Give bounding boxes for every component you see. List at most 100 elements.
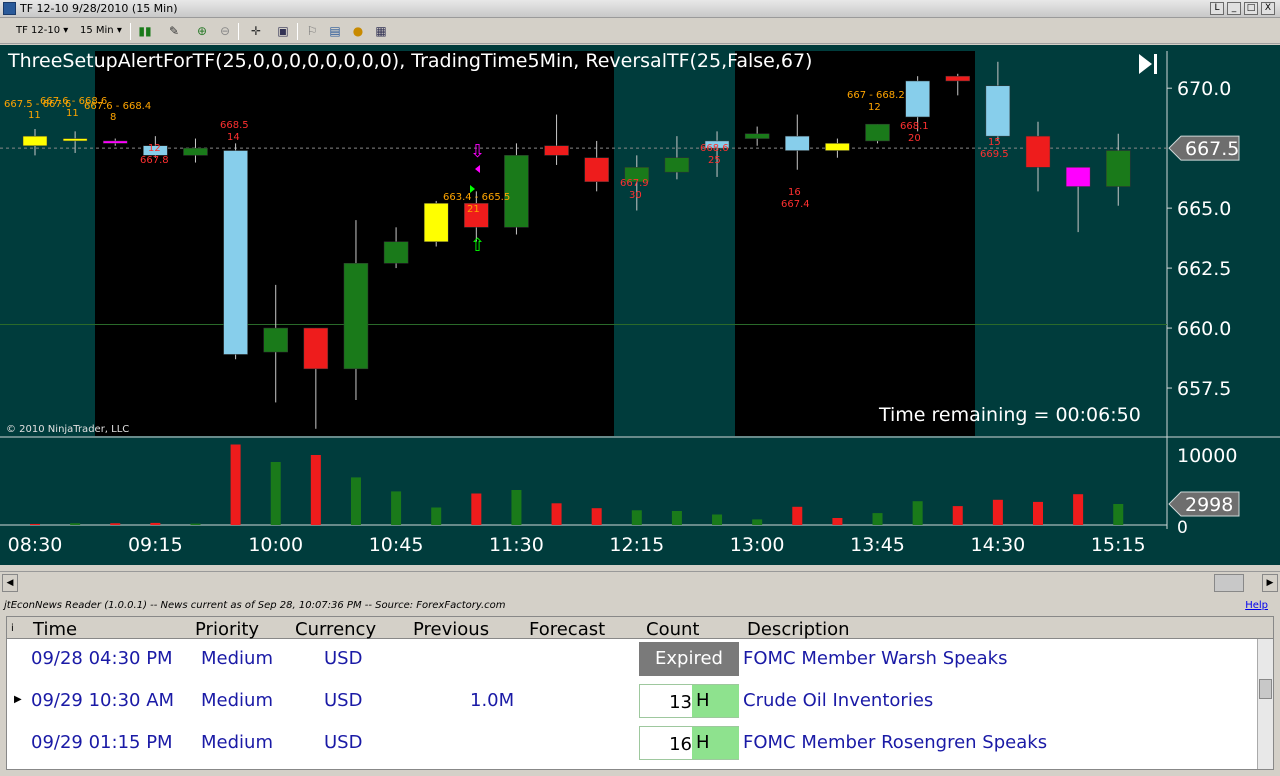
column-header-count[interactable]: Count — [646, 619, 699, 640]
news-reader-panel: jtEconNews Reader (1.0.0.1) -- News curr… — [0, 595, 1280, 776]
candle-body — [1065, 167, 1091, 187]
strategy-icon[interactable]: ⚐ — [304, 23, 320, 39]
current-price-label: 667.5 — [1185, 138, 1239, 160]
candle-body — [825, 143, 850, 151]
candle-body — [905, 80, 930, 118]
time-tick-label: 10:45 — [369, 534, 424, 556]
time-remaining-label: Time remaining = 00:06:50 — [878, 404, 1141, 426]
volume-bar — [631, 510, 642, 525]
bar-annotation: 667.8 — [140, 155, 169, 166]
instrument-selector[interactable]: TF 12-10 ▾ — [16, 23, 68, 40]
column-header-priority[interactable]: Priority — [195, 619, 259, 640]
bar-annotation: 11 — [66, 108, 79, 119]
candle-body — [584, 157, 609, 182]
scroll-right-icon[interactable]: ▶ — [1262, 574, 1278, 592]
bar-annotation: 14 — [227, 132, 240, 143]
volume-bar — [190, 523, 201, 525]
chart-style-icon[interactable]: ▮▮ — [137, 23, 153, 39]
column-header-currency[interactable]: Currency — [295, 619, 376, 640]
column-header-time[interactable]: Time — [33, 619, 77, 640]
current-volume-label: 2998 — [1185, 494, 1233, 516]
price-tick-label: 660.0 — [1177, 318, 1231, 340]
title-bar: TF 12-10 9/28/2010 (15 Min) L _ □ X — [0, 0, 1280, 18]
money-icon[interactable]: ● — [350, 23, 366, 39]
news-previous: 1.0M — [470, 690, 515, 711]
news-description[interactable]: Crude Oil Inventories — [743, 690, 933, 711]
news-row[interactable]: 09/28 04:30 PM Medium USD Expired FOMC M… — [7, 639, 1257, 681]
minimize-button[interactable]: _ — [1227, 2, 1241, 15]
volume-bar — [832, 518, 843, 525]
volume-tick-label: 10000 — [1177, 445, 1237, 467]
data-box-icon[interactable]: ▦ — [373, 23, 389, 39]
indicator-label: ThreeSetupAlertForTF(25,0,0,0,0,0,0,0,0)… — [7, 50, 812, 72]
volume-bar — [551, 503, 562, 525]
chart-horizontal-scrollbar[interactable]: ◀ ▶ — [0, 571, 1280, 593]
price-tick-label: 657.5 — [1177, 378, 1231, 400]
candle-body — [744, 133, 770, 139]
volume-bar — [1073, 494, 1084, 525]
volume-bar — [952, 506, 963, 525]
help-link[interactable]: Help — [1245, 600, 1268, 611]
bar-annotation: 667 - 668.2 — [847, 90, 905, 101]
time-tick-label: 12:15 — [609, 534, 664, 556]
volume-bar — [1113, 504, 1124, 525]
candle-body — [544, 145, 569, 156]
column-header-previous[interactable]: Previous — [413, 619, 489, 640]
maximize-button[interactable]: □ — [1244, 2, 1258, 15]
indicators-icon[interactable]: ▤ — [327, 23, 343, 39]
link-button[interactable]: L — [1210, 2, 1224, 15]
instrument-label: TF 12-10 — [16, 25, 61, 36]
candle-body — [945, 75, 971, 82]
news-vertical-scrollbar[interactable] — [1257, 639, 1273, 769]
volume-bar — [912, 501, 923, 525]
crosshair-icon[interactable]: ✛ — [248, 23, 264, 39]
candle-body — [102, 140, 128, 144]
close-button[interactable]: X — [1261, 2, 1275, 15]
properties-icon[interactable]: ▣ — [275, 23, 291, 39]
interval-label: 15 Min — [80, 25, 114, 36]
news-currency: USD — [324, 732, 363, 753]
news-scroll-thumb[interactable] — [1259, 679, 1272, 699]
volume-bar — [872, 513, 883, 525]
row-selector-icon: ▶ — [14, 694, 22, 705]
price-chart[interactable]: 670.0 665.0 662.5 660.0 657.5 667.5 10000 02998… — [0, 45, 1280, 565]
news-grid: i Time Priority Currency Previous Foreca… — [6, 616, 1274, 770]
toolbar-separator — [297, 23, 298, 40]
news-description[interactable]: FOMC Member Rosengren Speaks — [743, 732, 1047, 753]
volume-bar — [70, 523, 81, 525]
scroll-thumb[interactable] — [1214, 574, 1244, 592]
time-tick-label: 10:00 — [248, 534, 303, 556]
zoom-in-icon[interactable]: ⊕ — [194, 23, 210, 39]
bar-annotation: 669.5 — [980, 149, 1009, 160]
candle-body — [785, 135, 810, 151]
news-description[interactable]: FOMC Member Warsh Speaks — [743, 648, 1007, 669]
time-tick-label: 13:00 — [730, 534, 785, 556]
session-shade — [735, 51, 975, 436]
interval-selector[interactable]: 15 Min ▾ — [80, 23, 122, 40]
countdown-unit: H — [692, 727, 739, 759]
candle-body — [183, 147, 208, 156]
countdown-box: 13 H — [639, 684, 739, 718]
countdown-value: 16 — [669, 734, 692, 755]
bar-annotation: 668.5 — [220, 120, 249, 131]
news-row[interactable]: 09/29 01:15 PM Medium USD 16 H FOMC Memb… — [7, 723, 1257, 765]
zoom-out-icon[interactable]: ⊖ — [217, 23, 233, 39]
candle-body — [383, 241, 409, 264]
volume-bar — [30, 523, 40, 525]
candle-body — [223, 150, 248, 355]
candle-body — [865, 123, 890, 142]
price-tick-label: 662.5 — [1177, 258, 1231, 280]
go-to-end-bar-icon — [1154, 54, 1157, 74]
column-header-description[interactable]: Description — [747, 619, 850, 640]
column-header-forecast[interactable]: Forecast — [529, 619, 605, 640]
drawing-tool-icon[interactable]: ✎ — [166, 23, 182, 39]
bar-annotation: 667.9 — [620, 178, 649, 189]
time-tick-label: 08:30 — [8, 534, 63, 556]
countdown-box: 16 H — [639, 726, 739, 760]
news-priority: Medium — [201, 732, 273, 753]
news-row[interactable]: ▶ 09/29 10:30 AM Medium USD 1.0M 13 H Cr… — [7, 681, 1257, 723]
scroll-left-icon[interactable]: ◀ — [2, 574, 18, 592]
copyright-label: © 2010 NinjaTrader, LLC — [6, 424, 129, 435]
row-indicator-header: i — [11, 623, 14, 634]
volume-bar — [591, 508, 602, 525]
